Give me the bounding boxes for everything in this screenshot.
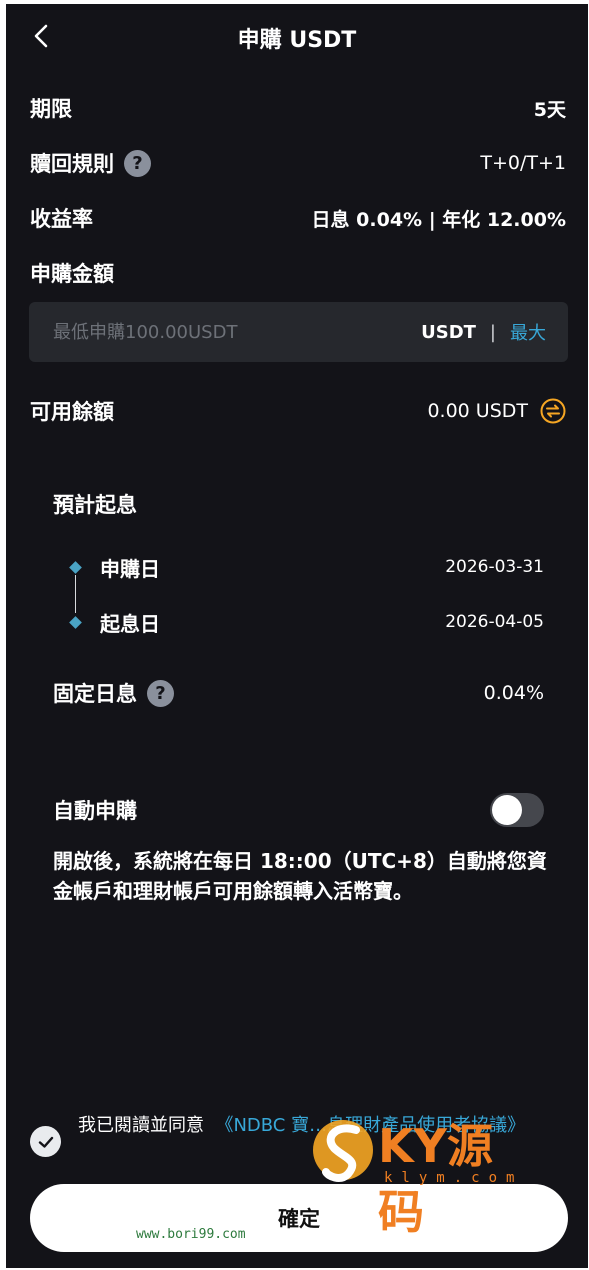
redeem-rule-row: 贖回規則 ? T+0/T+1 — [30, 148, 566, 178]
auto-subscribe-toggle[interactable] — [490, 793, 544, 827]
auto-subscribe-label: 自動申購 — [53, 799, 137, 823]
help-icon[interactable]: ? — [147, 679, 174, 707]
toggle-knob — [492, 795, 522, 825]
yield-row: 收益率 日息 0.04% | 年化 12.00% — [30, 203, 566, 233]
redeem-rule-value: T+0/T+1 — [480, 152, 566, 174]
timeline-label: 申購日 — [100, 556, 160, 581]
yield-label: 收益率 — [30, 207, 93, 231]
term-label: 期限 — [30, 97, 72, 121]
estimate-title: 預計起息 — [53, 493, 137, 517]
fixed-daily-label: 固定日息 — [53, 682, 137, 706]
help-icon[interactable]: ? — [124, 149, 151, 177]
amount-unit: USDT — [421, 321, 476, 343]
confirm-button[interactable]: 確定 — [30, 1184, 568, 1252]
page-title: 申購 USDT — [237, 28, 357, 53]
timeline-label: 起息日 — [100, 611, 160, 636]
timeline-date: 2026-03-31 — [445, 557, 544, 577]
yield-value: 日息 0.04% | 年化 12.00% — [311, 208, 566, 231]
timeline-dot-icon — [69, 615, 82, 629]
timeline-dot-icon — [69, 560, 82, 574]
fixed-daily-value: 0.04% — [483, 682, 544, 704]
amount-label-row: 申購金額 — [30, 258, 566, 288]
agreement-text: 我已閱讀並同意 《NDBC 寶…息理財產品使用者協議》 — [78, 1112, 525, 1139]
exchange-icon[interactable] — [540, 398, 566, 424]
subscribe-screen: 申購 USDT 期限 5天 贖回規則 ? T+0/T+1 收益率 日息 0.04… — [6, 4, 588, 1268]
check-icon — [38, 1136, 53, 1148]
term-row: 期限 5天 — [30, 93, 566, 123]
amount-label: 申購金額 — [30, 262, 114, 286]
term-value: 5天 — [533, 98, 566, 121]
redeem-rule-label-group: 贖回規則 ? — [30, 148, 151, 178]
agreement-prefix: 我已閱讀並同意 — [78, 1115, 204, 1136]
timeline-item-value-date: 起息日 2026-04-05 — [69, 607, 544, 637]
available-balance-value: 0.00 USDT — [427, 400, 528, 422]
amount-input[interactable] — [53, 321, 422, 343]
amount-separator: | — [489, 321, 496, 343]
auto-subscribe-row: 自動申購 — [53, 792, 544, 828]
available-balance-group: 0.00 USDT — [427, 398, 566, 424]
timeline-item-subscribe-date: 申購日 2026-03-31 — [69, 552, 544, 582]
agreement-checkbox[interactable] — [30, 1126, 61, 1157]
available-balance-row: 可用餘額 0.00 USDT — [30, 396, 566, 426]
fixed-daily-row: 固定日息 ? 0.04% — [53, 678, 544, 708]
max-button[interactable]: 最大 — [510, 319, 546, 345]
available-balance-label: 可用餘額 — [30, 400, 114, 424]
timeline-date: 2026-04-05 — [445, 612, 544, 632]
agreement-row: 我已閱讀並同意 《NDBC 寶…息理財產品使用者協議》 — [30, 1112, 568, 1157]
auto-subscribe-description: 開啟後，系統將在每日 18::00（UTC+8）自動將您資金帳戶和理財帳戶可用餘… — [53, 849, 547, 903]
fixed-daily-label-group: 固定日息 ? — [53, 678, 174, 708]
header: 申購 USDT — [6, 4, 588, 68]
agreement-link[interactable]: 《NDBC 寶…息理財產品使用者協議》 — [215, 1115, 525, 1136]
redeem-rule-label: 贖回規則 — [30, 152, 114, 176]
amount-field-container: USDT | 最大 — [29, 302, 568, 362]
